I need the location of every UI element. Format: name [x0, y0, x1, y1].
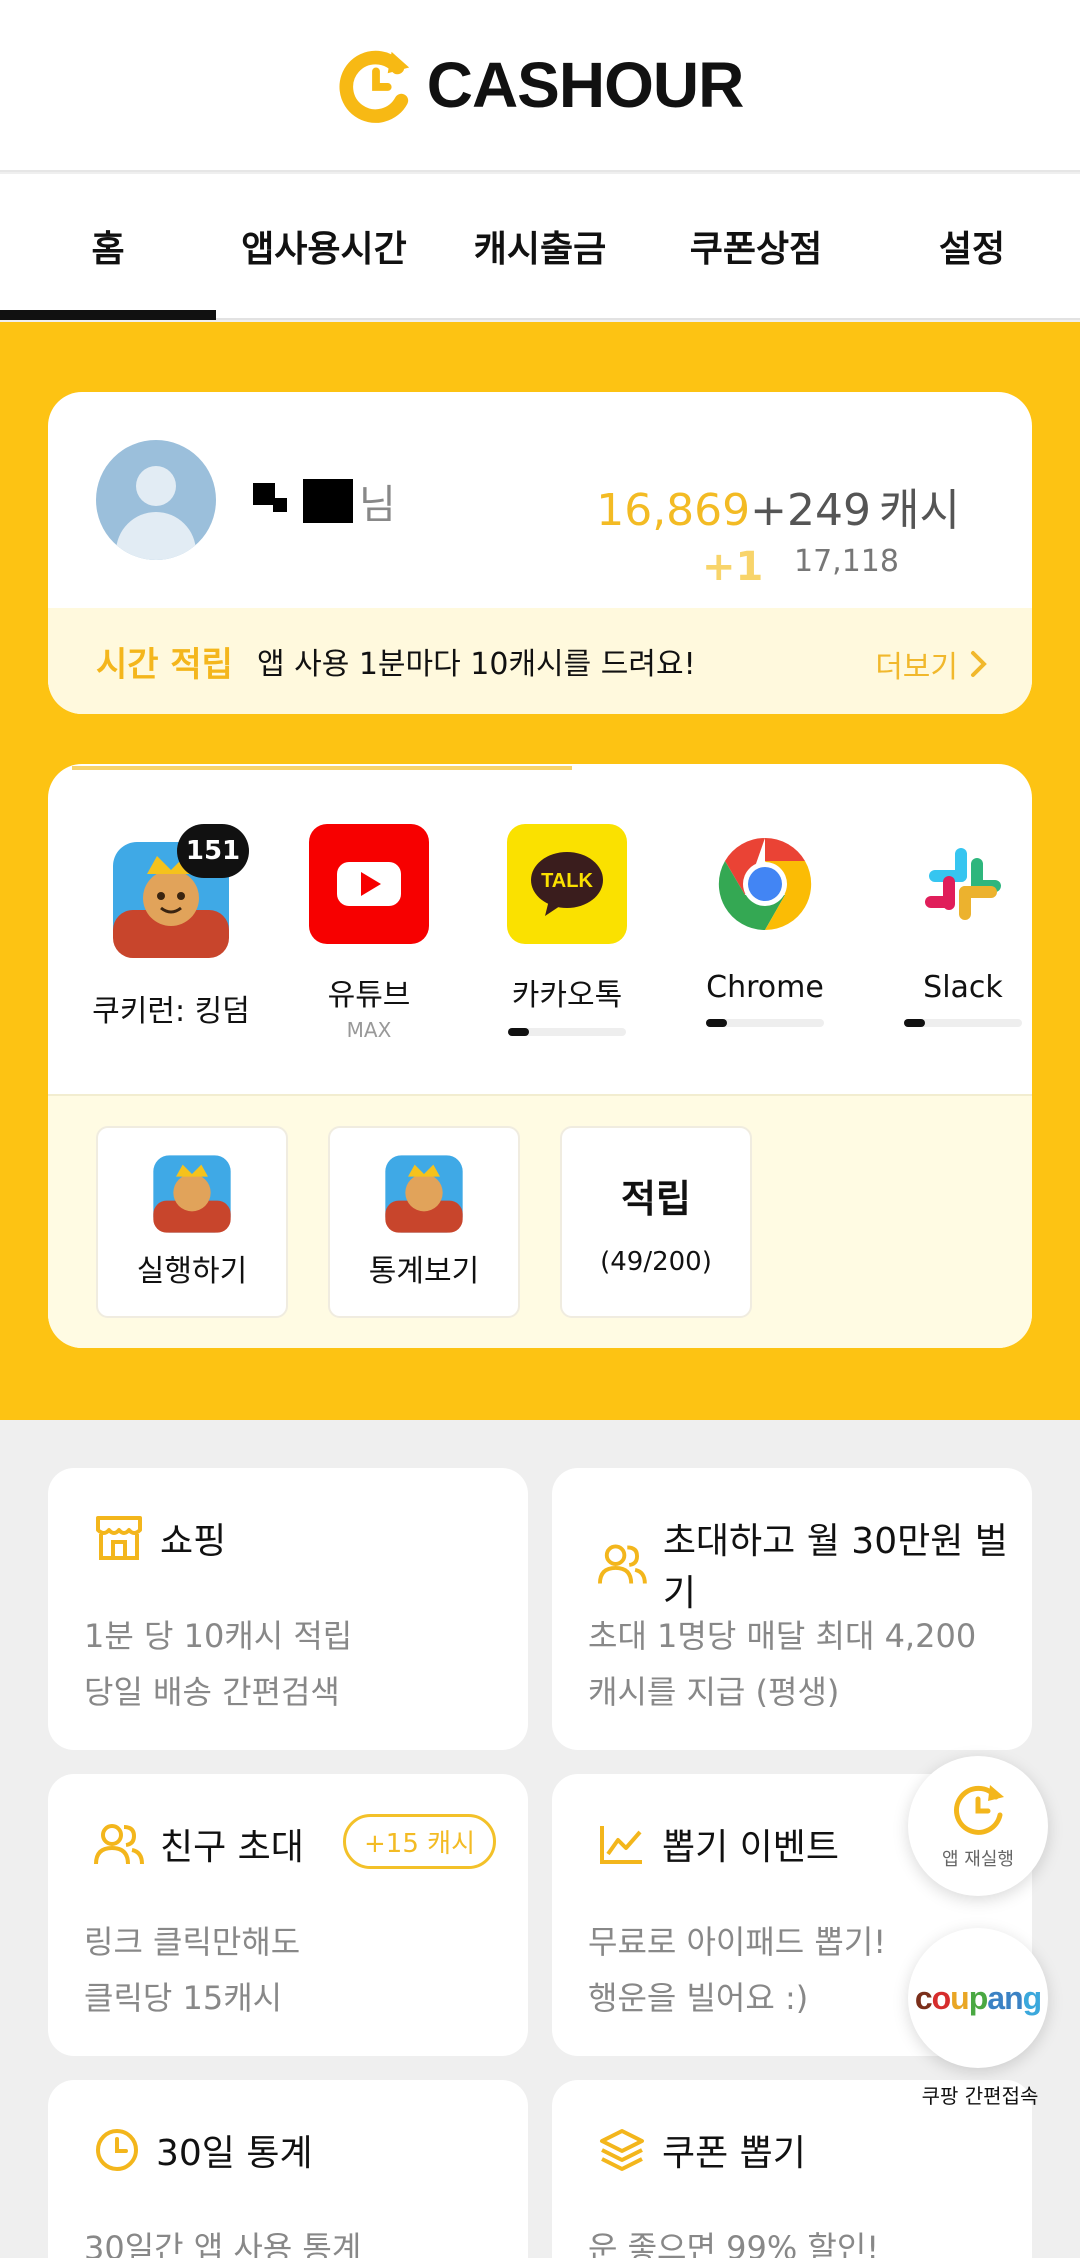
plus-one-indicator: +1	[702, 544, 764, 590]
feature-desc-line2: 당일 배송 간편검색	[84, 1673, 340, 1711]
notification-badge: 151	[177, 824, 249, 878]
chevron-right-icon	[971, 651, 987, 677]
usage-bar-fill	[706, 1019, 728, 1027]
tab-cash-withdraw[interactable]: 캐시출금	[432, 174, 648, 318]
cash-added: +249	[750, 485, 872, 536]
time-reward-strip[interactable]: 시간 적립 앱 사용 1분마다 10캐시를 드려요! 더보기	[48, 608, 1032, 714]
accumulate-count: (49/200)	[600, 1246, 712, 1277]
coupang-logo: coupang	[914, 1979, 1042, 2016]
feature-desc-line2: 행운을 빌어요 :)	[588, 1979, 809, 2017]
feature-title: 친구 초대	[160, 1827, 304, 1868]
feature-card-30day-stats[interactable]: 30일 통계 30일간 앱 사용 통계	[48, 2080, 528, 2258]
avatar[interactable]	[96, 440, 216, 560]
honorific: 님	[359, 482, 396, 528]
more-label: 더보기	[875, 650, 958, 685]
feature-title: 뽑기 이벤트	[662, 1827, 840, 1868]
app-label: 카카오톡	[511, 978, 623, 1013]
app-header: CASHOUR	[0, 0, 1080, 172]
chart-line-icon	[600, 1826, 642, 1864]
cookie-run-kingdom-icon	[385, 1155, 463, 1233]
feature-card-invite-earn[interactable]: 초대하고 월 30만원 벌기 초대 1명당 매달 최대 4,200 캐시를 지급…	[552, 1468, 1032, 1750]
app-logo: CASHOUR	[337, 46, 744, 124]
cash-total: 17,118	[794, 544, 899, 579]
cash-unit: 캐시	[879, 485, 960, 536]
app-item-youtube[interactable]: 유튜브 MAX	[284, 824, 454, 1042]
logo-clock-icon	[339, 50, 409, 123]
profile-card: 님 16,869 +249 캐시 +1 17,118 시간 적립 앱 사용 1분…	[48, 392, 1032, 714]
usage-bar	[904, 1019, 1022, 1027]
tab-settings[interactable]: 설정	[864, 174, 1080, 318]
slack-icon	[903, 824, 1023, 944]
cookie-run-kingdom-icon	[153, 1155, 231, 1233]
feature-title: 초대하고 월 30만원 벌기	[662, 1521, 1008, 1614]
redacted-username	[253, 479, 353, 523]
reward-pill: +15 캐시	[343, 1814, 496, 1869]
feature-card-shopping[interactable]: 쇼핑 1분 당 10캐시 적립 당일 배송 간편검색	[48, 1468, 528, 1750]
feature-desc-line2: 클릭당 15캐시	[84, 1979, 283, 2017]
coupang-caption: 쿠팡 간편접속	[921, 2084, 1039, 2108]
feature-title: 쿠폰 뽑기	[662, 2133, 806, 2174]
main-tabs: 홈 앱사용시간 캐시출금 쿠폰상점 설정	[0, 174, 1080, 320]
run-app-label: 실행하기	[136, 1254, 248, 1289]
app-label: Slack	[923, 970, 1003, 1005]
kakaotalk-icon: TALK	[507, 824, 627, 944]
youtube-icon	[309, 824, 429, 944]
app-name: CASHOUR	[426, 49, 745, 121]
usage-bar-fill	[904, 1019, 926, 1027]
app-item-cookie-run[interactable]: 151 쿠키런: 킹덤	[86, 824, 256, 1030]
chrome-icon	[705, 824, 825, 944]
cash-amount: 16,869	[596, 485, 751, 536]
people-icon	[94, 1824, 144, 1865]
feature-desc-line1: 30일간 앱 사용 통계	[84, 2229, 362, 2258]
accumulate-title: 적립	[621, 1176, 691, 1221]
feature-desc-line1: 초대 1명당 매달 최대 4,200	[588, 1617, 977, 1655]
time-reward-label: 시간 적립	[96, 644, 233, 685]
app-item-slack[interactable]: Slack	[878, 824, 1032, 1027]
kakaotalk-icon-text: TALK	[541, 870, 593, 892]
feature-desc-line1: 1분 당 10캐시 적립	[84, 1617, 353, 1655]
relaunch-label: 앱 재실행	[942, 1849, 1014, 1870]
usage-bar-fill	[508, 1028, 530, 1036]
app-item-chrome[interactable]: Chrome	[680, 824, 850, 1027]
feature-desc-line1: 링크 클릭만해도	[84, 1923, 301, 1961]
accumulate-button[interactable]: 적립 (49/200)	[560, 1126, 752, 1318]
scroll-indicator	[72, 766, 572, 770]
more-link[interactable]: 더보기	[875, 642, 988, 686]
usage-bar	[706, 1019, 824, 1027]
tab-coupon-shop[interactable]: 쿠폰상점	[648, 174, 864, 318]
app-label: 유튜브	[327, 978, 411, 1013]
store-icon	[96, 1516, 142, 1560]
cash-balance: 16,869 +249 캐시	[596, 474, 960, 538]
tab-home[interactable]: 홈	[0, 174, 216, 320]
clock-icon	[96, 2129, 138, 2171]
app-label: 쿠키런: 킹덤	[92, 994, 250, 1029]
people-icon	[598, 1544, 647, 1584]
view-stats-button[interactable]: 통계보기	[328, 1126, 520, 1318]
cookie-run-kingdom-icon: 151	[111, 824, 249, 960]
feature-desc-line1: 운 좋으면 99% 할인!	[588, 2229, 880, 2258]
app-actions: 실행하기 통계보기 적립 (49/200)	[48, 1094, 1032, 1348]
app-relaunch-button[interactable]: 앱 재실행	[908, 1756, 1048, 1896]
feature-desc-line2: 캐시를 지급 (평생)	[588, 1673, 840, 1711]
username: 님	[253, 472, 396, 530]
relaunch-clock-icon	[954, 1785, 1004, 1835]
usage-bar	[508, 1028, 626, 1036]
feature-title: 쇼핑	[160, 1521, 227, 1562]
app-item-kakaotalk[interactable]: TALK 카카오톡	[482, 824, 652, 1036]
view-stats-label: 통계보기	[368, 1254, 480, 1289]
layers-icon	[600, 2129, 644, 2171]
app-sublabel: MAX	[346, 1018, 392, 1042]
feature-desc-line1: 무료로 아이패드 뽑기!	[588, 1923, 887, 1961]
time-reward-desc: 앱 사용 1분마다 10캐시를 드려요!	[256, 647, 696, 682]
feature-title: 30일 통계	[156, 2133, 313, 2174]
coupang-shortcut-button[interactable]: coupang	[908, 1928, 1048, 2068]
tab-app-usage-time[interactable]: 앱사용시간	[216, 174, 432, 318]
feature-card-friend-invite[interactable]: 친구 초대 +15 캐시 링크 클릭만해도 클릭당 15캐시	[48, 1774, 528, 2056]
app-usage-card: 151 쿠키런: 킹덤 유튜브 MAX TALK 카카오톡 Chrome Sla…	[48, 764, 1032, 1348]
app-label: Chrome	[706, 970, 824, 1005]
run-app-button[interactable]: 실행하기	[96, 1126, 288, 1318]
